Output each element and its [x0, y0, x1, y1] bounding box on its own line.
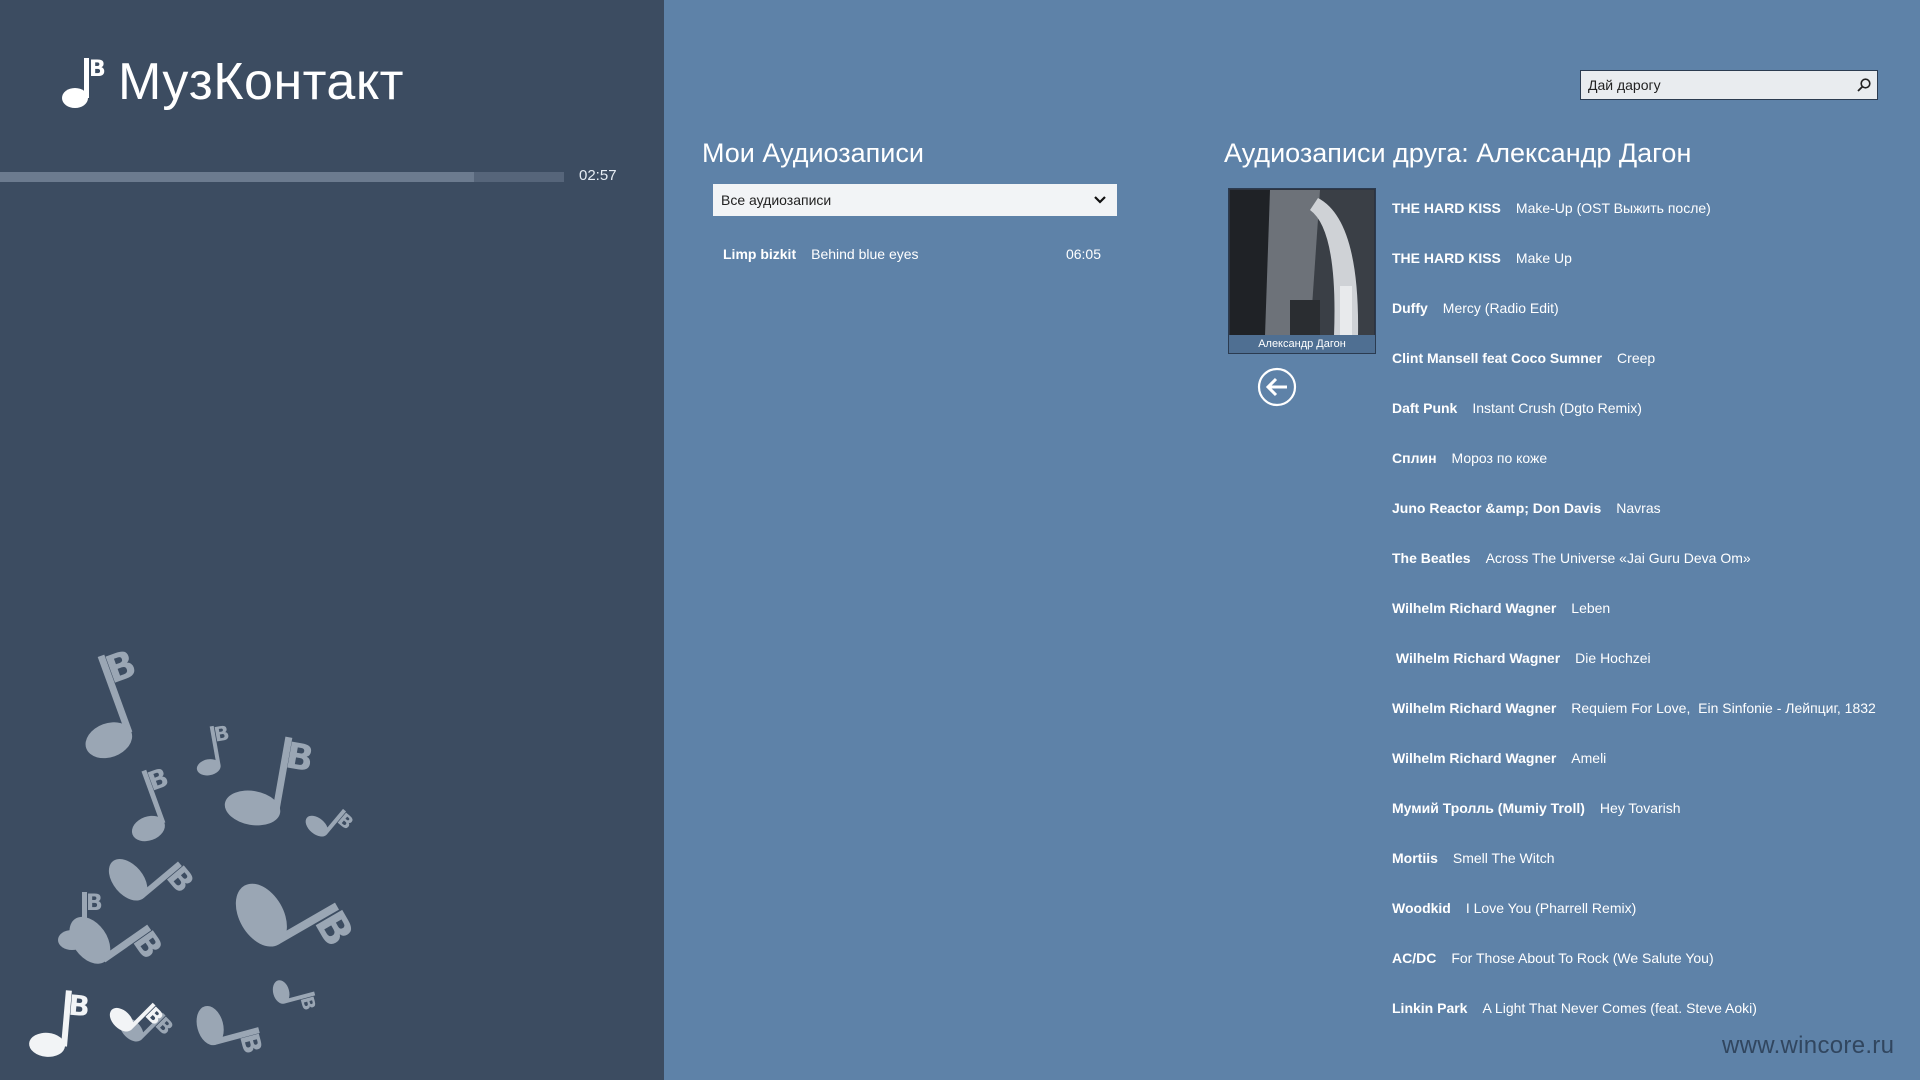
progress-fill — [0, 172, 474, 182]
friend-track-list: THE HARD KISS Make-Up (OST Выжить после) T… — [1392, 200, 1892, 1050]
friend-track-row[interactable]: Wilhelm Richard Wagner Requiem For Love, … — [1392, 700, 1892, 750]
track-artist: Сплин — [1392, 450, 1437, 466]
track-duration: 06:05 — [1065, 246, 1101, 262]
track-artist: Clint Mansell feat Coco Sumner — [1392, 350, 1603, 366]
music-note-icon: В — [62, 57, 106, 108]
track-title: Make Up — [1515, 250, 1572, 266]
track-title: Make-Up (OST Выжить после) — [1515, 200, 1711, 216]
svg-text:В: В — [89, 57, 106, 82]
track-title: For Those About To Rock (We Salute You) — [1451, 950, 1714, 966]
friend-track-row[interactable]: Сплин Мороз по коже — [1392, 450, 1892, 500]
friend-track-row[interactable]: Wilhelm Richard Wagner Leben — [1392, 600, 1892, 650]
track-title: Across The Universe «Jai Guru Deva Om» — [1485, 550, 1751, 566]
friend-track-row[interactable]: THE HARD KISS Make-Up (OST Выжить после) — [1392, 200, 1892, 250]
friend-track-row[interactable]: Мумий Тролль (Mumiy Troll) Hey Tovarish — [1392, 800, 1892, 850]
track-artist: Мумий Тролль (Mumiy Troll) — [1392, 800, 1585, 816]
track-artist: Wilhelm Richard Wagner — [1392, 750, 1557, 766]
friend-track-row[interactable]: Juno Reactor &amp; Don Davis Navras — [1392, 500, 1892, 550]
search-input[interactable] — [1581, 70, 1851, 100]
playback-progress-bar[interactable] — [0, 172, 564, 182]
watermark: www.wincore.ru — [1722, 1032, 1895, 1059]
sidebar: В МузКонтакт 02:57 В В В В В В В В В В В… — [0, 0, 664, 1080]
friend-track-row[interactable]: Wilhelm Richard Wagner Die Hochzei — [1392, 650, 1892, 700]
track-artist: Limp bizkit — [723, 246, 797, 262]
friend-track-row[interactable]: Clint Mansell feat Coco Sumner Creep — [1392, 350, 1892, 400]
track-artist: Wilhelm Richard Wagner — [1392, 650, 1561, 666]
track-artist: THE HARD KISS — [1392, 250, 1501, 266]
svg-text:В: В — [100, 641, 142, 692]
track-title: A Light That Never Comes (feat. Steve Ao… — [1482, 1000, 1757, 1016]
track-artist: Woodkid — [1392, 900, 1451, 916]
svg-text:В: В — [305, 902, 363, 954]
friend-track-row[interactable]: Duffy Mercy (Radio Edit) — [1392, 300, 1892, 350]
track-artist: Duffy — [1392, 300, 1428, 316]
my-track-row[interactable]: Limp bizkit Behind blue eyes 06:05 — [723, 244, 1101, 264]
svg-text:В: В — [67, 989, 91, 1024]
friend-card[interactable]: Александр Дагон — [1228, 188, 1376, 354]
track-title: Мороз по коже — [1451, 450, 1548, 466]
friend-audio-title: Аудиозаписи друга: Александр Дагон — [1224, 138, 1692, 168]
track-title: I Love You (Pharrell Remix) — [1465, 900, 1637, 916]
friend-track-row[interactable]: Woodkid I Love You (Pharrell Remix) — [1392, 900, 1892, 950]
friend-track-row[interactable]: Daft Punk Instant Crush (Dgto Remix) — [1392, 400, 1892, 450]
svg-text:В: В — [333, 809, 357, 834]
track-title: Die Hochzei — [1575, 650, 1651, 666]
track-artist: Linkin Park — [1392, 1000, 1468, 1016]
svg-text:В: В — [283, 735, 317, 780]
audio-filter-dropdown[interactable]: Все аудиозаписи — [713, 184, 1117, 216]
my-audio-title: Мои Аудиозаписи — [702, 138, 924, 168]
track-title: Mercy (Radio Edit) — [1442, 300, 1559, 316]
audio-filter-selected: Все аудиозаписи — [721, 192, 832, 208]
svg-text:В: В — [212, 720, 231, 746]
friend-track-row[interactable]: Wilhelm Richard Wagner Ameli — [1392, 750, 1892, 800]
track-artist: AC/DC — [1392, 950, 1437, 966]
track-title: Requiem For Love, Ein Sinfonie - Лейпциг… — [1571, 700, 1876, 716]
track-title: Leben — [1571, 600, 1611, 616]
friend-track-row[interactable]: AC/DC For Those About To Rock (We Salute … — [1392, 950, 1892, 1000]
track-title: Smell The Witch — [1452, 850, 1555, 866]
back-arrow-icon[interactable] — [1257, 367, 1297, 407]
friend-track-row[interactable]: THE HARD KISS Make Up — [1392, 250, 1892, 300]
track-title: Ameli — [1571, 750, 1607, 766]
svg-text:В: В — [144, 763, 173, 798]
track-title: Instant Crush (Dgto Remix) — [1472, 400, 1642, 416]
track-artist: Mortiis — [1392, 850, 1438, 866]
app-logo: В МузКонтакт — [60, 52, 404, 112]
track-artist: The Beatles — [1392, 550, 1471, 566]
track-title: Navras — [1616, 500, 1661, 516]
chevron-down-icon — [1094, 196, 1106, 204]
app-title: МузКонтакт — [118, 53, 404, 111]
friend-name-label: Александр Дагон — [1229, 335, 1375, 353]
search-box[interactable] — [1580, 70, 1878, 100]
track-artist: Wilhelm Richard Wagner — [1392, 700, 1557, 716]
track-title: Hey Tovarish — [1599, 800, 1681, 816]
track-artist: THE HARD KISS — [1392, 200, 1501, 216]
svg-text:В: В — [126, 924, 171, 966]
friend-track-row[interactable]: The Beatles Across The Universe «Jai Guru… — [1392, 550, 1892, 600]
music-notes-decoration: В В В В В В В В В В В В В В — [29, 641, 364, 1057]
friend-avatar — [1230, 190, 1374, 336]
track-artist: Wilhelm Richard Wagner — [1392, 600, 1557, 616]
playback-time: 02:57 — [579, 167, 617, 184]
track-artist: Daft Punk — [1392, 400, 1458, 416]
track-artist: Juno Reactor &amp; Don Davis — [1392, 500, 1602, 516]
track-title: Behind blue eyes — [811, 246, 919, 262]
svg-text:В: В — [159, 860, 201, 900]
search-icon[interactable] — [1851, 71, 1877, 99]
friend-track-row[interactable]: Mortiis Smell The Witch — [1392, 850, 1892, 900]
track-title: Creep — [1617, 350, 1656, 366]
svg-text:В: В — [86, 891, 103, 916]
